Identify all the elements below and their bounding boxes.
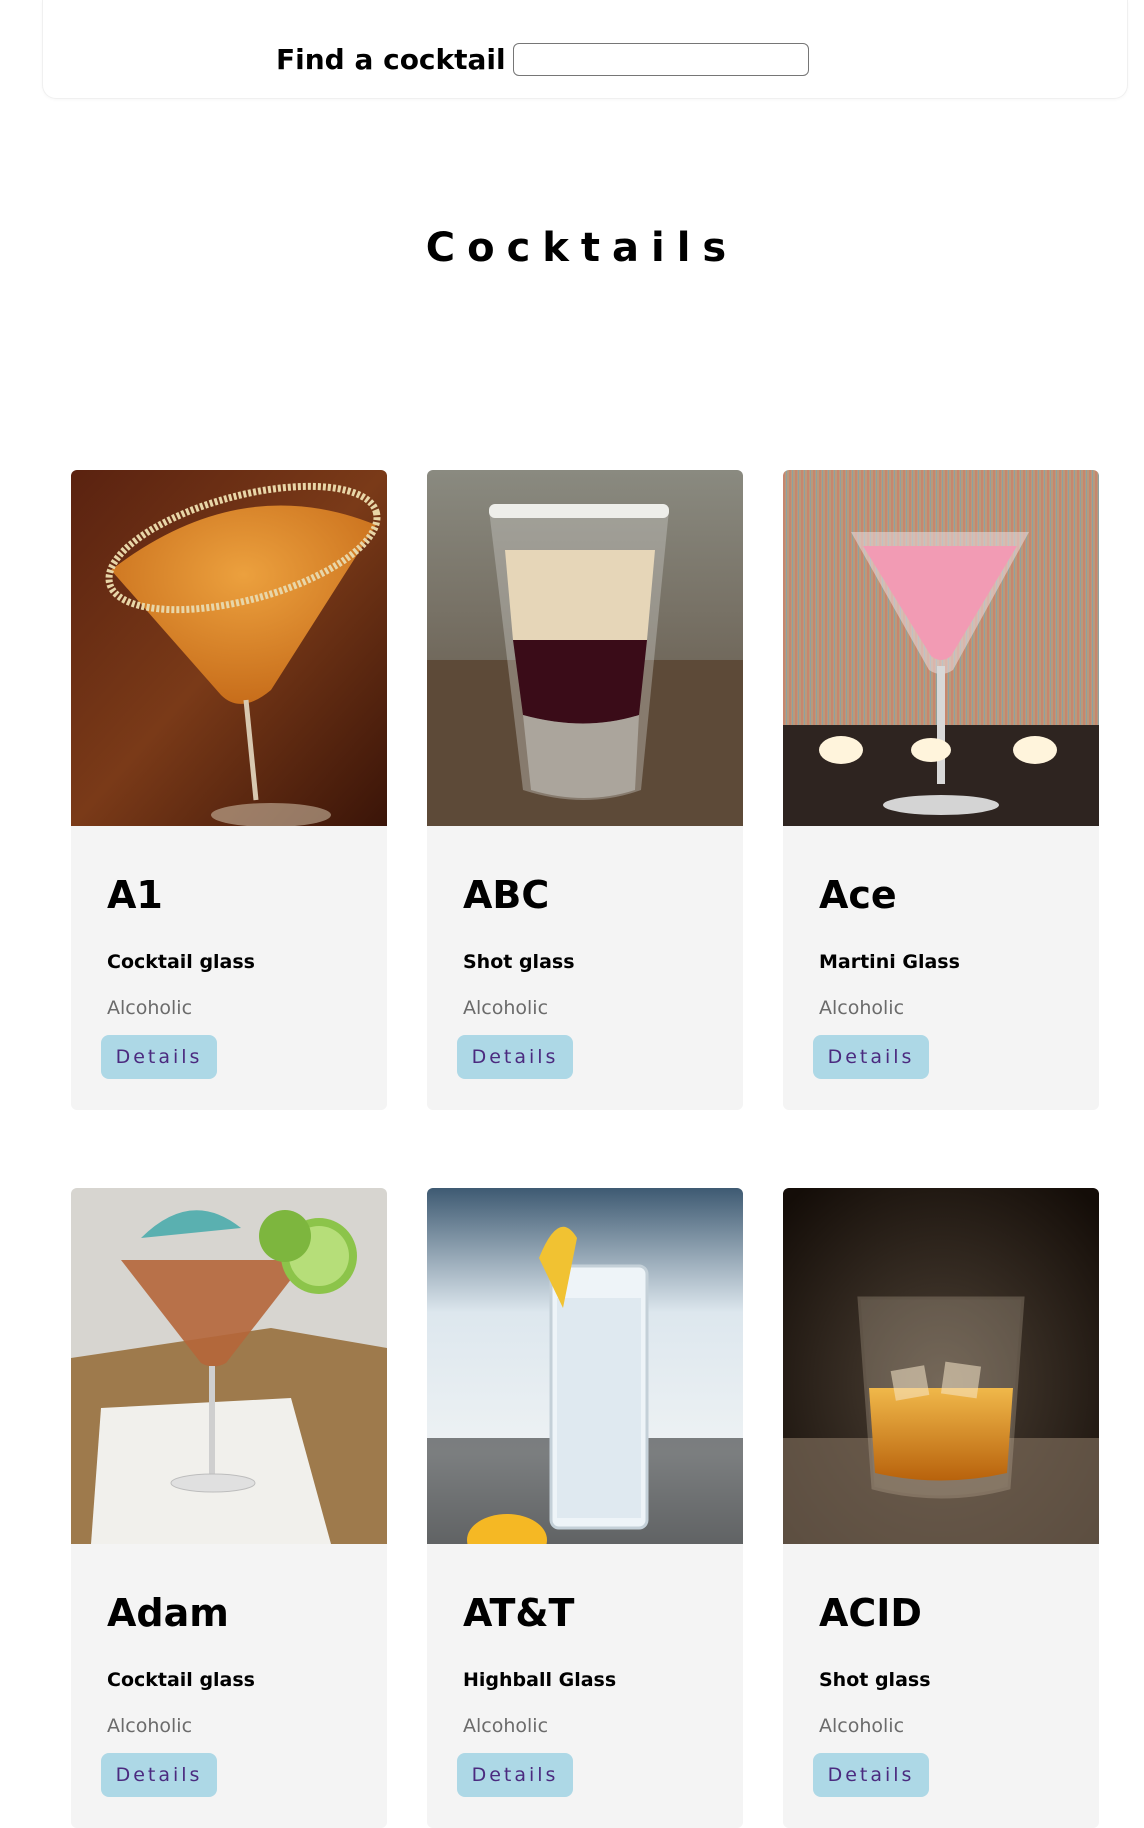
highball-lemon-ice-image	[427, 1188, 743, 1544]
cocktail-image	[783, 1188, 1099, 1544]
martini-lime-umbrella-image	[71, 1188, 387, 1544]
cocktail-name: ABC	[463, 873, 550, 917]
cocktail-category: Alcoholic	[819, 997, 905, 1019]
cocktail-category: Alcoholic	[819, 1715, 905, 1737]
cocktail-image	[71, 470, 387, 826]
cocktail-glass: Shot glass	[463, 951, 575, 973]
details-button[interactable]: Details	[101, 1035, 217, 1079]
cocktail-category: Alcoholic	[463, 1715, 549, 1737]
cocktail-name: Ace	[819, 873, 897, 917]
cocktail-glass: Cocktail glass	[107, 951, 255, 973]
cocktail-image	[427, 470, 743, 826]
cocktail-glass: Martini Glass	[819, 951, 960, 973]
details-button[interactable]: Details	[101, 1753, 217, 1797]
cocktail-glass: Highball Glass	[463, 1669, 617, 1691]
details-button[interactable]: Details	[457, 1753, 573, 1797]
details-button[interactable]: Details	[457, 1035, 573, 1079]
cocktail-image	[71, 1188, 387, 1544]
cocktail-name: Adam	[107, 1591, 229, 1635]
cocktail-name: A1	[107, 873, 163, 917]
cocktail-category: Alcoholic	[107, 1715, 193, 1737]
cocktail-glass: Cocktail glass	[107, 1669, 255, 1691]
details-button[interactable]: Details	[813, 1035, 929, 1079]
cocktail-card: A1 Cocktail glass Alcoholic Details	[71, 470, 387, 1110]
cocktail-card: Ace Martini Glass Alcoholic Details	[783, 470, 1099, 1110]
layered-shot-image	[427, 470, 743, 826]
cocktail-card: Adam Cocktail glass Alcoholic Details	[71, 1188, 387, 1828]
page-title: Cocktails	[425, 225, 739, 271]
cocktail-image	[783, 470, 1099, 826]
cocktail-name: ACID	[819, 1591, 922, 1635]
pink-martini-candles-image	[783, 470, 1099, 826]
cocktail-category: Alcoholic	[463, 997, 549, 1019]
cocktail-image	[427, 1188, 743, 1544]
cocktail-card: ABC Shot glass Alcoholic Details	[427, 470, 743, 1110]
search-label: Find a cocktail	[276, 43, 506, 76]
search-input[interactable]	[513, 43, 809, 76]
cocktail-card: ACID Shot glass Alcoholic Details	[783, 1188, 1099, 1828]
whiskey-rocks-glass-image	[783, 1188, 1099, 1544]
cocktail-name: AT&T	[463, 1591, 575, 1635]
cocktail-category: Alcoholic	[107, 997, 193, 1019]
cocktail-glass: Shot glass	[819, 1669, 931, 1691]
cocktail-glass-orange-drink-image	[71, 470, 387, 826]
details-button[interactable]: Details	[813, 1753, 929, 1797]
cocktail-card: AT&T Highball Glass Alcoholic Details	[427, 1188, 743, 1828]
